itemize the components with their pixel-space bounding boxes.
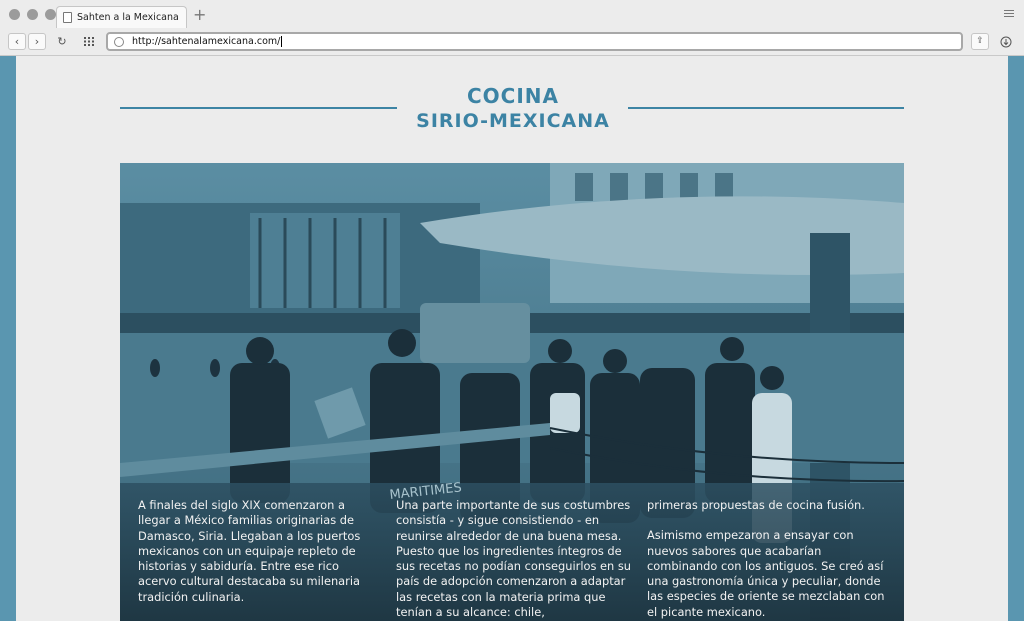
zoom-window-button[interactable] [45, 9, 56, 20]
download-icon [1000, 36, 1012, 47]
minimize-window-button[interactable] [27, 9, 38, 20]
title-line-1: COCINA [466, 84, 559, 108]
share-button[interactable]: ⇪ [971, 33, 989, 50]
chevron-right-icon: › [34, 35, 40, 48]
browser-chrome: Sahten a la Mexicana + ‹ › ↻ http://saht… [0, 0, 1024, 56]
article-column-2: Una parte importante de sus costumbres c… [396, 498, 640, 620]
column-3-paragraph-1: primeras propuestas de cocina fusión. [647, 498, 865, 512]
grid-icon [83, 37, 94, 46]
window-controls [9, 9, 56, 20]
chevron-left-icon: ‹ [14, 35, 20, 48]
article-column-1: A finales del siglo XIX comenzaron a lle… [138, 498, 374, 605]
reload-icon: ↻ [57, 35, 67, 48]
share-icon: ⇪ [976, 36, 984, 46]
browser-tab[interactable]: Sahten a la Mexicana [56, 6, 187, 28]
globe-icon [114, 36, 124, 47]
address-bar[interactable]: http://sahtenalamexicana.com/ [106, 32, 963, 51]
downloads-button[interactable] [997, 33, 1015, 50]
document-icon [63, 12, 72, 23]
heading-rule-left [120, 107, 397, 109]
new-tab-button[interactable]: + [193, 7, 206, 23]
sidebar-button[interactable] [80, 33, 98, 50]
tab-title: Sahten a la Mexicana [77, 12, 179, 23]
url-text: http://sahtenalamexicana.com/ [132, 36, 281, 47]
column-3-paragraph-2: Asimismo empezaron a ensayar con nuevos … [647, 528, 885, 619]
forward-button[interactable]: › [28, 33, 46, 50]
close-window-button[interactable] [9, 9, 20, 20]
text-caret [281, 36, 283, 47]
toolbar: ‹ › ↻ http://sahtenalamexicana.com/ ⇪ [0, 30, 1024, 54]
column-1-paragraph: A finales del siglo XIX comenzaron a lle… [138, 498, 361, 604]
back-button[interactable]: ‹ [8, 33, 26, 50]
tab-overview-icon[interactable] [1004, 10, 1014, 19]
title-line-2: SIRIO-MEXICANA [416, 110, 610, 132]
column-2-paragraph: Una parte importante de sus costumbres c… [396, 498, 632, 620]
page-title: COCINA SIRIO-MEXICANA [408, 84, 618, 134]
heading-rule-right [628, 107, 904, 109]
reload-button[interactable]: ↻ [53, 33, 71, 50]
article-column-3: primeras propuestas de cocina fusión. As… [647, 498, 891, 620]
